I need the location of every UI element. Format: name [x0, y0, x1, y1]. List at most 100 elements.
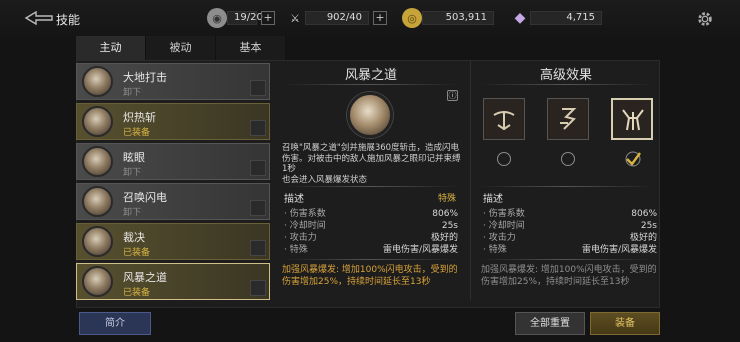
effect-option-1[interactable]	[483, 98, 525, 140]
reset-all-button[interactable]: 全部重置	[515, 312, 585, 335]
stat-label: · 特殊	[483, 245, 507, 255]
skill-portrait	[82, 146, 113, 177]
effect-radio-2[interactable]	[561, 152, 575, 166]
skill-tabs: 主动 被动 基本	[76, 36, 286, 60]
stat-row: · 特殊 雷电伤害/风暴爆发	[483, 244, 657, 256]
skill-item[interactable]: 裁决 已装备	[76, 223, 270, 260]
resource-value: 19/20	[227, 11, 263, 25]
skill-rune-icon	[250, 200, 266, 216]
skill-status: 已装备	[123, 248, 151, 258]
skill-item[interactable]: 炽热斩 已装备	[76, 103, 270, 140]
skill-name: 风暴之道	[123, 271, 167, 284]
stat-label: · 伤害系数	[284, 209, 326, 219]
skill-status: 卸下	[123, 88, 142, 98]
skill-detail-title: 风暴之道	[344, 68, 397, 83]
stat-row: · 伤害系数 806%	[284, 208, 458, 220]
stat-label: · 冷却时间	[483, 221, 525, 231]
divider	[479, 186, 653, 187]
add-silver-button[interactable]: +	[261, 11, 275, 25]
intro-button[interactable]: 简介	[79, 312, 151, 335]
skill-large-portrait	[347, 92, 393, 138]
advanced-effects-panel: 高级效果 描述 · 伤害系数 806% · 冷却时间 25s · 攻击力 极好的…	[470, 60, 660, 300]
skill-rune-icon	[250, 80, 266, 96]
serpent-rune-icon	[560, 108, 577, 130]
top-bar: 技能 ◉ 19/20 + ⚔ 902/40 + ◎ 503,911 ◆ 4,71…	[0, 0, 740, 36]
resource-value: 503,911	[422, 11, 494, 25]
info-icon[interactable]: ⓘ	[447, 90, 458, 101]
add-sword-button[interactable]: +	[373, 11, 387, 25]
skill-name: 召唤闪电	[123, 191, 167, 204]
stat-value: 极好的	[430, 233, 458, 243]
skill-portrait	[82, 106, 113, 137]
stat-value: 25s	[441, 221, 458, 231]
stat-label: · 攻击力	[483, 233, 516, 243]
gem-icon: ◆	[514, 10, 526, 26]
resource-value: 902/40	[305, 11, 369, 25]
resource-gold: ◎ 503,911	[402, 8, 494, 28]
claw-rune-icon	[622, 109, 644, 131]
back-arrow-icon[interactable]	[24, 10, 54, 26]
skill-name: 大地打击	[123, 71, 167, 84]
divider	[284, 259, 458, 260]
tab-passive-skills[interactable]: 被动	[146, 36, 216, 60]
skill-detail-panel: 风暴之道 ⓘ 召唤"风暴之道"剑并施展360度斩击，造成闪电伤害。对被击中的敌人…	[276, 60, 466, 300]
stat-row: · 攻击力 极好的	[483, 232, 657, 244]
page-title: 技能	[56, 13, 81, 27]
skill-name: 裁决	[123, 231, 145, 244]
gold-coin-icon: ◎	[402, 8, 422, 28]
section-label: 描述	[284, 194, 304, 205]
stat-row: · 伤害系数 806%	[483, 208, 657, 220]
divider	[479, 259, 653, 260]
effect-option-3[interactable]	[611, 98, 653, 140]
skill-rune-icon	[250, 160, 266, 176]
skill-portrait	[82, 266, 113, 297]
stat-value: 806%	[432, 209, 458, 219]
stat-row: · 特殊 雷电伤害/风暴爆发	[284, 244, 458, 256]
divider	[479, 84, 653, 85]
resource-sword: ⚔ 902/40 +	[285, 9, 387, 27]
bonus-effect-text: 加强风暴爆发: 增加100%闪电攻击，受到的伤害增加25%，持续时间延长至13秒	[481, 265, 657, 287]
skill-status: 已装备	[123, 288, 151, 298]
skill-status: 已装备	[123, 128, 151, 138]
stat-label: · 特殊	[284, 245, 308, 255]
sword-icon: ⚔	[290, 11, 300, 25]
stat-row: · 冷却时间 25s	[483, 220, 657, 232]
effect-radio-3-checked[interactable]	[624, 150, 642, 168]
gear-icon[interactable]	[696, 10, 714, 28]
skill-rune-icon	[250, 280, 266, 296]
skill-portrait	[82, 226, 113, 257]
stat-label: · 冷却时间	[284, 221, 326, 231]
skill-item[interactable]: 眩眼 卸下	[76, 143, 270, 180]
stat-value: 806%	[631, 209, 657, 219]
skill-status: 卸下	[123, 208, 142, 218]
skill-portrait	[82, 186, 113, 217]
silver-coin-icon: ◉	[207, 8, 227, 28]
crossbow-rune-icon	[493, 111, 515, 131]
stat-row: · 攻击力 极好的	[284, 232, 458, 244]
section-label: 描述	[483, 194, 503, 205]
skill-portrait	[82, 66, 113, 97]
skill-item-selected[interactable]: 风暴之道 已装备	[76, 263, 270, 300]
resource-value: 4,715	[530, 11, 602, 25]
divider	[284, 84, 458, 85]
stat-label: · 伤害系数	[483, 209, 525, 219]
skill-name: 炽热斩	[123, 111, 156, 124]
advanced-title: 高级效果	[539, 68, 592, 83]
skill-description: 召唤"风暴之道"剑并施展360度斩击，造成闪电伤害。对被击中的敌人施加风暴之眼印…	[282, 143, 461, 185]
tab-active-skills[interactable]: 主动	[76, 36, 146, 60]
stat-value: 雷电伤害/风暴爆发	[581, 245, 657, 255]
stat-label: · 攻击力	[284, 233, 317, 243]
skill-item[interactable]: 大地打击 卸下	[76, 63, 270, 100]
equip-button[interactable]: 装备	[590, 312, 660, 335]
skill-item[interactable]: 召唤闪电 卸下	[76, 183, 270, 220]
bonus-effect-text: 加强风暴爆发: 增加100%闪电攻击，受到的伤害增加25%，持续时间延长至13秒	[282, 265, 458, 287]
tab-basic-skills[interactable]: 基本	[216, 36, 286, 60]
divider	[284, 186, 458, 187]
effect-radio-1[interactable]	[497, 152, 511, 166]
stat-value: 25s	[640, 221, 657, 231]
effect-option-2[interactable]	[547, 98, 589, 140]
skill-rune-icon	[250, 240, 266, 256]
skill-rune-icon	[250, 120, 266, 136]
skill-name: 眩眼	[123, 151, 145, 164]
skill-status: 卸下	[123, 168, 142, 178]
